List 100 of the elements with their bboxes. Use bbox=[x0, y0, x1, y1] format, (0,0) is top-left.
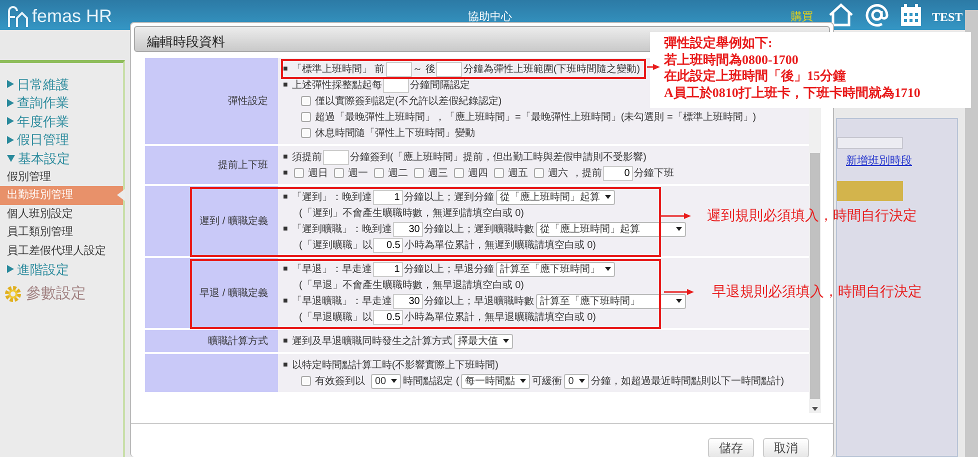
form-text: 「早退曠職」：早走達 bbox=[292, 294, 392, 308]
callout-text: A員工於0810打上班卡，下班卡時間就為1710 bbox=[664, 84, 922, 101]
expand-arrow-icon[interactable] bbox=[7, 80, 14, 88]
bullet-icon: ■ bbox=[283, 63, 288, 75]
form-text: 分鐘以上；遲到曠職時數 bbox=[424, 222, 534, 236]
dropdown[interactable]: 擇最大值 bbox=[454, 334, 513, 348]
checkbox[interactable] bbox=[374, 168, 384, 178]
expand-arrow-icon[interactable] bbox=[7, 98, 14, 107]
form-text: ～ 後 bbox=[412, 62, 436, 76]
checkbox[interactable] bbox=[294, 168, 304, 178]
gear-icon bbox=[4, 284, 22, 303]
input-field[interactable] bbox=[436, 62, 462, 76]
sidebar-item[interactable]: 員工類別管理 bbox=[0, 223, 123, 242]
checkbox[interactable] bbox=[301, 112, 311, 122]
input-field[interactable] bbox=[386, 62, 412, 76]
form-text: 「早退」：早走達 bbox=[292, 262, 372, 276]
expand-arrow-icon[interactable] bbox=[7, 154, 15, 162]
checkbox-label[interactable]: 週日 bbox=[308, 166, 328, 180]
checkbox-label[interactable]: 僅以實際簽到認定(不允許以差假紀錄認定) bbox=[315, 94, 502, 108]
input-field[interactable] bbox=[382, 78, 409, 92]
checkbox-label[interactable]: 週三 bbox=[428, 166, 448, 180]
add-shift-link[interactable]: 新增班別時段 bbox=[846, 153, 912, 170]
calendar-icon[interactable] bbox=[899, 3, 923, 27]
expand-arrow-icon[interactable] bbox=[7, 136, 14, 144]
dropdown[interactable]: 每一時間點 bbox=[461, 374, 530, 388]
save-button[interactable]: 儲存 bbox=[708, 438, 754, 457]
checkbox[interactable] bbox=[494, 168, 504, 178]
form-text: (「遲到」不會產生曠職時數，無遲到請填空白或 0) bbox=[299, 206, 524, 220]
arrow-icon bbox=[664, 288, 694, 296]
form-text: 遲到及早退曠職同時發生之計算方式 bbox=[292, 334, 452, 348]
form-text: 分鐘間隔認定 bbox=[410, 78, 470, 92]
form-text: 「遲到」：晚到達 bbox=[292, 190, 372, 204]
dropdown[interactable]: 從「應上班時間」起算 bbox=[536, 222, 686, 236]
checkbox-label[interactable]: 週五 bbox=[508, 166, 528, 180]
help-center-link[interactable]: 協助中心 bbox=[468, 9, 512, 26]
input-field[interactable]: 30 bbox=[392, 294, 423, 308]
dropdown[interactable]: 計算至「應下班時間」 bbox=[536, 294, 686, 308]
sidebar-item[interactable]: 假別管理 bbox=[0, 168, 123, 186]
form-text: (「遲到曠職」以 bbox=[299, 238, 372, 252]
checkbox-label[interactable]: 超過「最晚彈性上班時間」，「應上班時間」=「最晚彈性上班時間」(未勾選則 =「標準上班時間」) bbox=[315, 110, 756, 124]
checkbox-label[interactable]: 週六 bbox=[548, 166, 568, 180]
home-icon[interactable] bbox=[828, 3, 854, 27]
input-field[interactable]: 1 bbox=[372, 262, 403, 276]
form-text: (「早退」不會產生曠職時數，無早退請填空白或 0) bbox=[299, 278, 524, 292]
form-text: 以特定時間點計算工時(不影響實際上下班時間) bbox=[292, 358, 499, 372]
caret-icon bbox=[391, 379, 398, 383]
annotation-note: 遲到規則必須填入，時間自行決定 bbox=[707, 207, 917, 226]
input-field[interactable] bbox=[322, 150, 349, 164]
form-text: 須提前 bbox=[292, 150, 322, 164]
form-text: 「標準上班時間」 前 bbox=[292, 62, 385, 76]
dropdown[interactable]: 00 bbox=[371, 374, 402, 388]
checkbox[interactable] bbox=[534, 168, 544, 178]
form-text: ，提前 bbox=[572, 166, 602, 180]
checkbox[interactable] bbox=[334, 168, 344, 178]
caret-icon bbox=[604, 267, 611, 271]
page-scrollbar[interactable] bbox=[965, 10, 978, 457]
row-label-cell: 彈性設定 bbox=[145, 58, 278, 144]
input-field[interactable]: 30 bbox=[392, 222, 423, 236]
checkbox[interactable] bbox=[454, 168, 464, 178]
input-field[interactable]: 1 bbox=[372, 190, 403, 204]
dropdown[interactable]: 計算至「應下班時間」 bbox=[496, 262, 615, 276]
row-label-cell: 曠職計算方式 bbox=[145, 330, 278, 352]
form-text: 分鐘，如超過最近時間點則以下一時間點計) bbox=[590, 374, 784, 388]
logo-icon bbox=[6, 4, 28, 28]
input-field[interactable] bbox=[837, 137, 903, 149]
sidebar-item[interactable]: 員工差假代理人設定 bbox=[0, 242, 123, 260]
form-text: 分鐘以上；早退曠職時數 bbox=[424, 294, 534, 308]
checkbox-label[interactable]: 休息時間隨「彈性上下班時間」變動 bbox=[315, 126, 475, 140]
sidebar-item[interactable]: 個人班別設定 bbox=[0, 204, 123, 223]
caret-icon bbox=[520, 379, 526, 383]
expand-arrow-icon[interactable] bbox=[7, 265, 14, 274]
dropdown[interactable]: 0 bbox=[564, 374, 589, 388]
form-text: 分鐘以上；早退分鐘 bbox=[404, 262, 494, 276]
user-name[interactable]: TEST bbox=[932, 8, 963, 26]
at-sign-icon[interactable] bbox=[865, 3, 889, 27]
checkbox[interactable] bbox=[414, 168, 424, 178]
checkbox[interactable] bbox=[301, 96, 311, 106]
annotation-note: 早退規則必須填入，時間自行決定 bbox=[712, 283, 922, 302]
checkbox-label[interactable]: 有效簽到以 bbox=[315, 374, 365, 388]
cancel-button[interactable]: 取消 bbox=[763, 438, 809, 457]
input-field[interactable]: 0 bbox=[602, 166, 633, 180]
row-label-cell: 早退 / 曠職定義 bbox=[145, 258, 278, 328]
checkbox-label[interactable]: 週四 bbox=[468, 166, 488, 180]
checkbox[interactable] bbox=[301, 376, 311, 386]
panel-bar bbox=[837, 181, 903, 201]
input-field[interactable]: 0.5 bbox=[373, 310, 404, 324]
form-text: 時間點認定 ( bbox=[403, 374, 460, 388]
bullet-icon: ■ bbox=[283, 335, 288, 347]
input-field[interactable]: 0.5 bbox=[373, 238, 404, 252]
arrow-icon bbox=[647, 63, 660, 71]
bullet-icon: ■ bbox=[283, 223, 288, 235]
caret-icon bbox=[578, 379, 585, 383]
expand-arrow-icon[interactable] bbox=[7, 117, 14, 126]
dropdown[interactable]: 從「應上班時間」起算 bbox=[496, 190, 615, 204]
bullet-icon: ■ bbox=[283, 151, 288, 163]
form-text: (「早退曠職」以 bbox=[299, 310, 372, 324]
checkbox-label[interactable]: 週一 bbox=[348, 166, 368, 180]
checkbox[interactable] bbox=[301, 128, 311, 138]
checkbox-label[interactable]: 週二 bbox=[388, 166, 408, 180]
bullet-icon: ■ bbox=[283, 191, 288, 203]
